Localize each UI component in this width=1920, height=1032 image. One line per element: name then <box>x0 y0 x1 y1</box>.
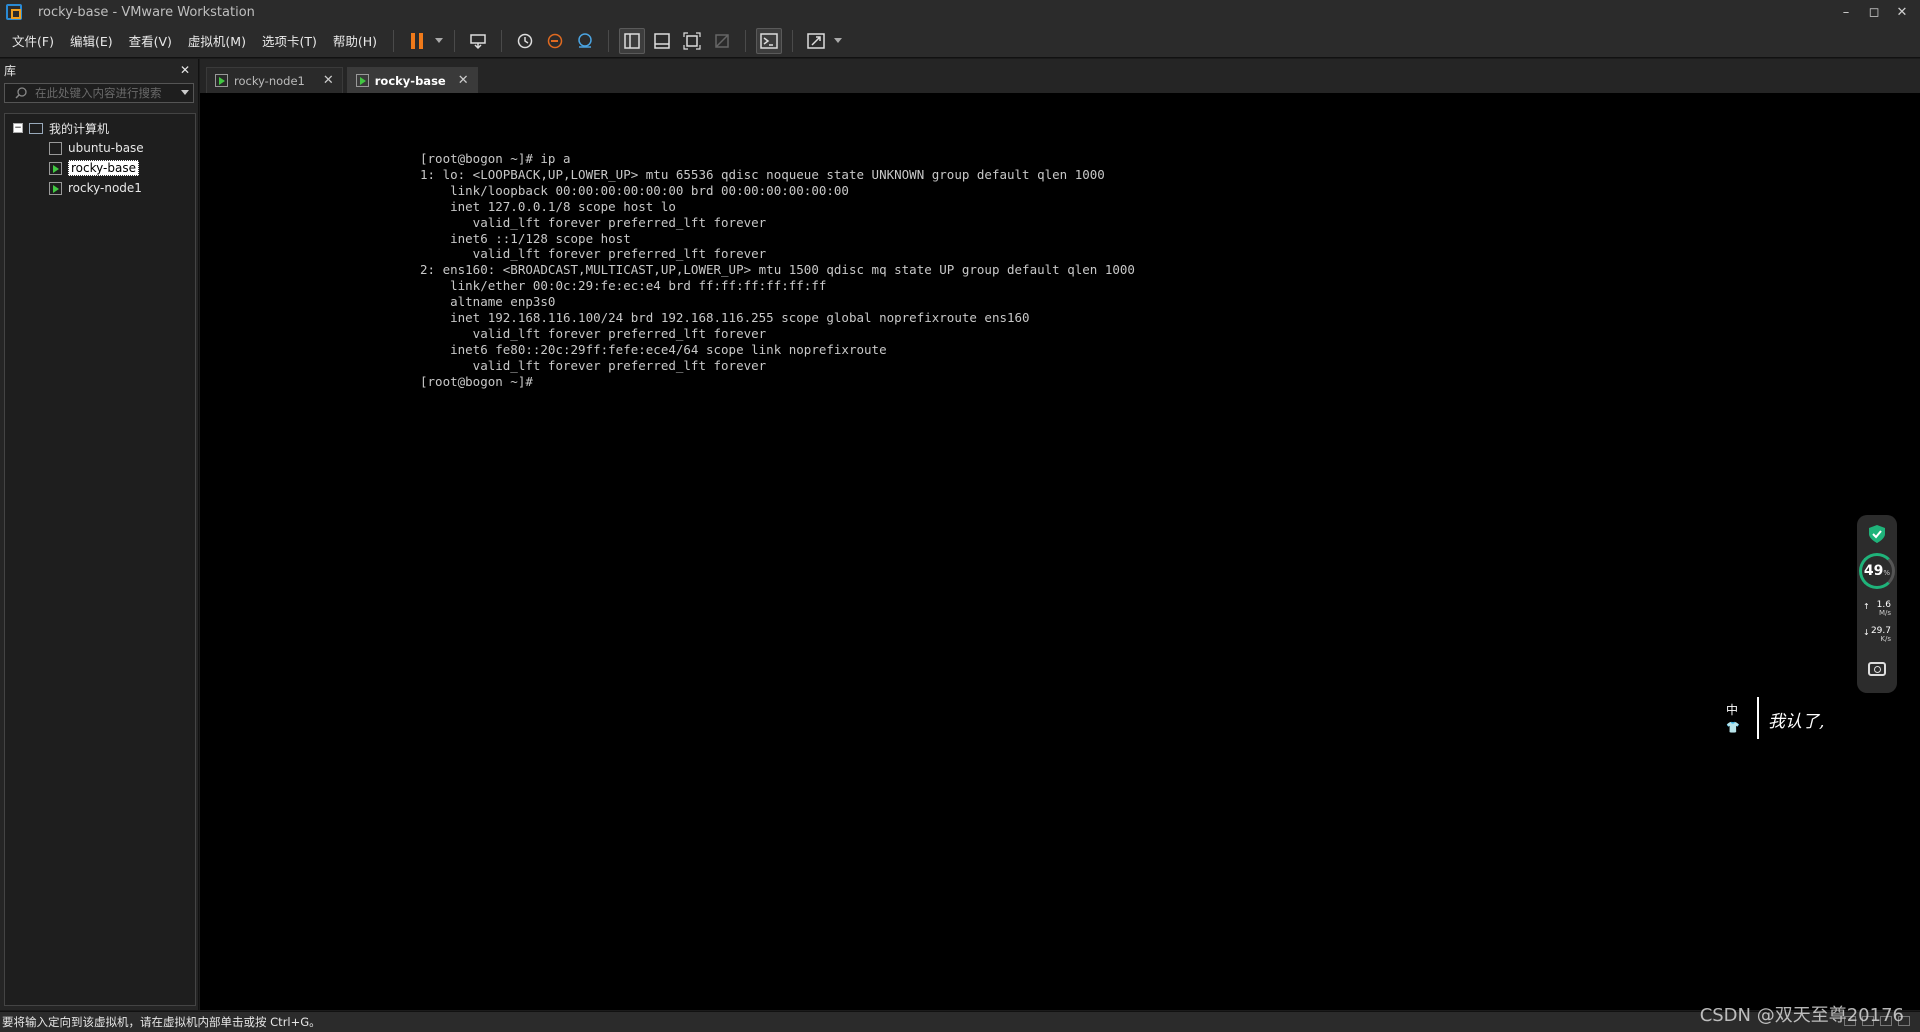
vm-running-icon <box>49 161 62 175</box>
status-message: 要将输入定向到该虚拟机，请在虚拟机内部单击或按 Ctrl+G。 <box>2 1015 321 1029</box>
window-controls: – ◻ ✕ <box>1832 0 1916 24</box>
vm-running-icon <box>215 74 228 87</box>
pause-icon[interactable] <box>404 28 430 54</box>
system-monitor-widget[interactable]: 49% ↑ 1.6 M/s ↓ 29.7 K/s <box>1857 515 1897 693</box>
vm-stopped-icon <box>49 141 62 155</box>
window-title: rocky-base - VMware Workstation <box>38 4 255 20</box>
search-dropdown-chevron-down-icon[interactable] <box>181 90 189 95</box>
menu-toolbar: 文件(F) 编辑(E) 查看(V) 虚拟机(M) 选项卡(T) 帮助(H) <box>0 24 1920 58</box>
close-button[interactable]: ✕ <box>1888 0 1916 24</box>
toolbar-separator <box>501 29 503 52</box>
tree-item-ubuntu-base[interactable]: ubuntu-base <box>5 138 195 158</box>
download-speed: ↓ 29.7 K/s <box>1863 627 1897 644</box>
tab-rocky-base[interactable]: rocky-base ✕ <box>346 67 478 93</box>
tree-root-label: 我的计算机 <box>49 121 110 136</box>
console-output: [root@bogon ~]# ip a 1: lo: <LOOPBACK,UP… <box>420 151 1135 389</box>
tree-item-label: ubuntu-base <box>68 141 144 155</box>
toolbar-separator <box>608 29 610 52</box>
tree-item-label: rocky-base <box>68 160 139 176</box>
ime-mode[interactable]: 中 <box>1726 701 1738 718</box>
library-search-input[interactable]: 在此处键入内容进行搜索 <box>4 83 194 103</box>
power-dropdown-chevron-down-icon[interactable] <box>432 28 446 54</box>
ime-divider <box>1757 697 1759 739</box>
vm-tree: − 我的计算机 ubuntu-base rocky-base rocky-nod… <box>4 113 196 1006</box>
vmware-logo-icon <box>6 4 22 20</box>
menu-help[interactable]: 帮助(H) <box>325 31 385 50</box>
toolbar-separator <box>792 29 794 52</box>
library-close-icon[interactable]: ✕ <box>180 63 190 77</box>
library-header: 库 ✕ <box>0 59 198 81</box>
vm-tabs: rocky-node1 ✕ rocky-base ✕ <box>200 59 1920 93</box>
revert-snapshot-icon[interactable] <box>542 28 568 54</box>
ime-overlay: 中 👕 我认了, <box>1722 697 1842 743</box>
computer-icon <box>29 122 43 134</box>
vm-running-icon <box>49 181 62 195</box>
menu-edit[interactable]: 编辑(E) <box>62 31 121 50</box>
toolbar-separator <box>745 29 747 52</box>
tab-label: rocky-base <box>374 73 446 88</box>
minimize-button[interactable]: – <box>1832 0 1860 24</box>
search-placeholder: 在此处键入内容进行搜索 <box>35 86 162 100</box>
snapshot-icon[interactable] <box>512 28 538 54</box>
library-panel: 库 ✕ 在此处键入内容进行搜索 − 我的计算机 ubuntu-base rock… <box>0 59 199 1010</box>
download-arrow-icon: ↓ <box>1863 628 1870 637</box>
collapse-icon[interactable]: − <box>13 123 23 133</box>
camera-icon[interactable] <box>1868 662 1886 676</box>
snapshot-manager-icon[interactable] <box>572 28 598 54</box>
toolbar-separator <box>393 29 395 52</box>
tree-root-my-computer[interactable]: − 我的计算机 <box>5 118 195 138</box>
title-bar: rocky-base - VMware Workstation – ◻ ✕ <box>0 0 1920 24</box>
upload-speed: ↑ 1.6 M/s <box>1863 601 1897 618</box>
search-icon <box>15 87 27 99</box>
console-view-icon[interactable] <box>756 27 783 54</box>
skin-icon[interactable]: 👕 <box>1726 721 1740 734</box>
vm-running-icon <box>355 74 369 87</box>
stretch-guest-icon[interactable] <box>803 28 829 54</box>
thumbnail-bar-icon[interactable] <box>649 28 675 54</box>
unity-mode-icon[interactable] <box>709 28 735 54</box>
ime-handwriting: 我认了, <box>1768 712 1825 732</box>
tab-label: rocky-node1 <box>234 73 305 88</box>
tree-item-label: rocky-node1 <box>68 181 142 195</box>
tab-close-icon[interactable]: ✕ <box>458 73 469 88</box>
usage-value: 49 <box>1863 563 1884 579</box>
upload-arrow-icon: ↑ <box>1863 602 1870 611</box>
usage-gauge: 49% <box>1859 553 1895 589</box>
vm-console[interactable]: [root@bogon ~]# ip a 1: lo: <LOOPBACK,UP… <box>200 93 1920 1010</box>
tree-item-rocky-base[interactable]: rocky-base <box>5 158 195 178</box>
shield-icon <box>1869 525 1885 543</box>
tab-close-icon[interactable]: ✕ <box>323 73 334 88</box>
maximize-button[interactable]: ◻ <box>1860 0 1888 24</box>
send-ctrl-alt-del-icon[interactable] <box>465 28 491 54</box>
toolbar-separator <box>454 29 456 52</box>
show-library-icon[interactable] <box>619 27 646 54</box>
menu-view[interactable]: 查看(V) <box>121 31 180 50</box>
stretch-dropdown-chevron-down-icon[interactable] <box>831 28 845 54</box>
menu-tabs[interactable]: 选项卡(T) <box>254 31 325 50</box>
watermark: CSDN @双天至尊20176 <box>1699 1005 1904 1026</box>
menu-vm[interactable]: 虚拟机(M) <box>180 31 254 50</box>
usage-unit: % <box>1883 569 1891 577</box>
tree-item-rocky-node1[interactable]: rocky-node1 <box>5 178 195 198</box>
status-bar: 要将输入定向到该虚拟机，请在虚拟机内部单击或按 Ctrl+G。 <box>0 1011 1920 1032</box>
library-title: 库 <box>4 63 17 78</box>
fullscreen-icon[interactable] <box>679 28 705 54</box>
menu-file[interactable]: 文件(F) <box>0 31 62 50</box>
tab-rocky-node1[interactable]: rocky-node1 ✕ <box>206 67 343 93</box>
